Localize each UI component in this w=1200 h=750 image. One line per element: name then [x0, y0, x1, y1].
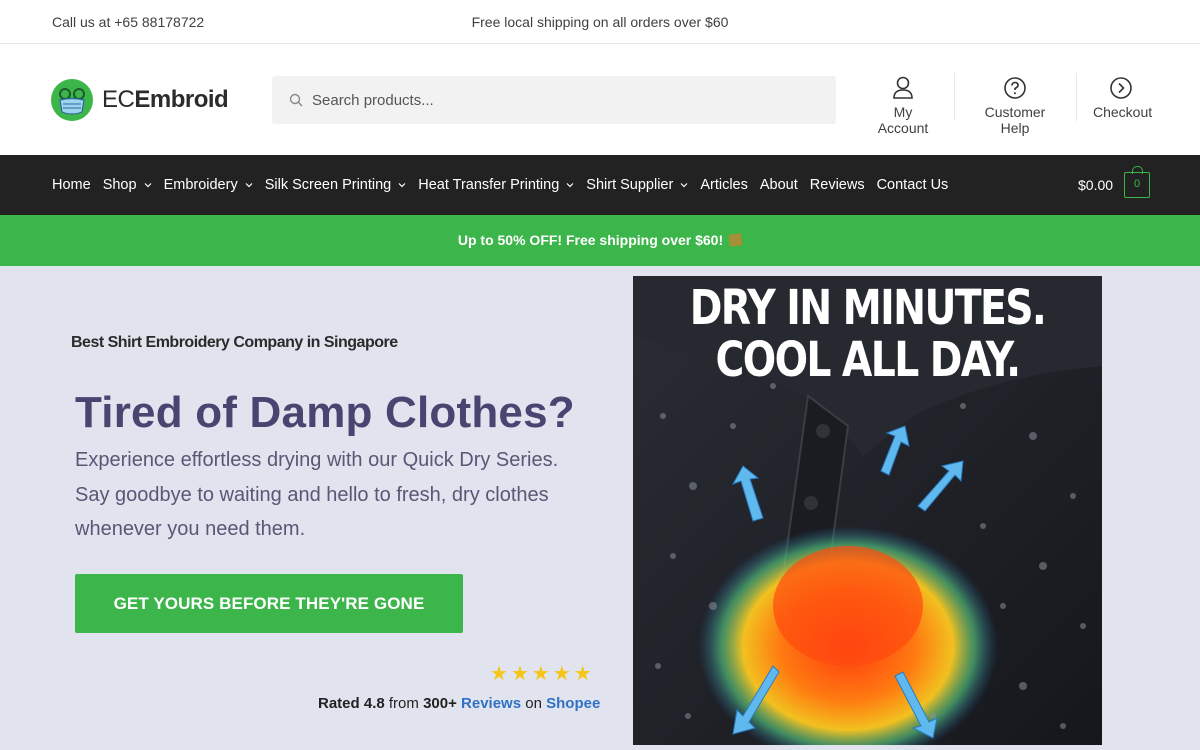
site-logo[interactable]: ECEmbroid [51, 78, 229, 122]
star-icon: ★ [531, 663, 550, 685]
nav-item-heat-transfer-printing[interactable]: Heat Transfer Printing [418, 177, 574, 193]
nav-item-shop[interactable]: Shop [103, 177, 152, 193]
hero-section: Best Shirt Embroidery Company in Singapo… [0, 266, 1200, 750]
header-divider [954, 73, 955, 121]
cart-total: $0.00 [1078, 177, 1114, 193]
customer-help-link[interactable]: Customer Help [971, 73, 1059, 136]
money-bag-icon [728, 233, 743, 247]
nav-label: Reviews [809, 177, 865, 193]
chevron-down-icon [398, 183, 406, 188]
reviews-link[interactable]: Reviews [461, 695, 521, 712]
user-icon [893, 76, 913, 99]
my-account-link[interactable]: My Account [869, 73, 937, 136]
arrow-circle-icon [1110, 77, 1132, 99]
nav-item-home[interactable]: Home [52, 177, 91, 193]
rating-text: Rated 4.8 from 300+ Reviews on Shopee [318, 695, 601, 712]
rating-stars: ★ ★ ★ ★ ★ [490, 664, 595, 684]
image-headline-line1: DRY IN MINUTES. [689, 280, 1047, 336]
nav-label: Shop [102, 177, 137, 193]
help-circle-icon [1004, 77, 1026, 99]
chevron-down-icon [680, 183, 688, 188]
hero-heading: Tired of Damp Clothes? [75, 388, 575, 437]
shipping-notice: Free local shipping on all orders over $… [471, 14, 729, 30]
nav-item-reviews[interactable]: Reviews [810, 177, 865, 193]
nav-label: Heat Transfer Printing [418, 177, 560, 193]
checkout-link[interactable]: Checkout [1093, 73, 1153, 133]
nav-label: About [759, 177, 798, 193]
nav-menu: Home Shop Embroidery Silk Screen Printin… [52, 155, 960, 215]
nav-label: Home [52, 177, 91, 193]
cta-button[interactable]: GET YOURS BEFORE THEY'RE GONE [75, 574, 463, 633]
nav-item-contact-us[interactable]: Contact Us [877, 177, 949, 193]
logo-text: ECEmbroid [102, 86, 229, 113]
cart-count: 0 [1133, 178, 1141, 190]
nav-item-embroidery[interactable]: Embroidery [164, 177, 253, 193]
site-header: ECEmbroid My Account Customer Help Check… [0, 45, 1200, 155]
search-input[interactable] [312, 76, 822, 124]
product-image: DRY IN MINUTES. COOL ALL DAY. [633, 276, 1102, 745]
my-account-label: My Account [877, 104, 929, 136]
nav-label: Embroidery [163, 177, 238, 193]
nav-item-shirt-supplier[interactable]: Shirt Supplier [586, 177, 688, 193]
customer-help-label: Customer Help [984, 104, 1046, 136]
hero-tagline: Best Shirt Embroidery Company in Singapo… [71, 334, 398, 351]
chevron-down-icon [245, 183, 253, 188]
header-divider [1076, 73, 1077, 121]
nav-label: Shirt Supplier [586, 177, 674, 193]
search-icon [289, 93, 303, 107]
nav-item-articles[interactable]: Articles [700, 177, 748, 193]
nav-label: Silk Screen Printing [264, 177, 392, 193]
promo-banner: Up to 50% OFF! Free shipping over $60! [0, 215, 1200, 266]
chevron-down-icon [566, 183, 574, 188]
search-bar[interactable] [272, 76, 836, 124]
nav-item-silk-screen-printing[interactable]: Silk Screen Printing [265, 177, 407, 193]
top-bar: Call us at +65 88178722 Free local shipp… [0, 0, 1200, 44]
cart-bag-icon: 0 [1124, 166, 1151, 198]
star-icon: ★ [490, 663, 508, 685]
star-icon: ★ [510, 663, 529, 685]
checkout-label: Checkout [1093, 104, 1153, 120]
star-icon: ★ [552, 663, 571, 685]
promo-text: Up to 50% OFF! Free shipping over $60! [457, 232, 724, 248]
logo-mask-icon [51, 79, 93, 121]
nav-label: Contact Us [876, 177, 949, 193]
nav-item-about[interactable]: About [760, 177, 798, 193]
main-navigation: Home Shop Embroidery Silk Screen Printin… [0, 155, 1200, 215]
shopee-link[interactable]: Shopee [546, 695, 600, 712]
cart-button[interactable]: $0.00 0 [1078, 166, 1151, 200]
hero-subtext: Experience effortless drying with our Qu… [75, 449, 559, 540]
image-headline-line2: COOL ALL DAY. [715, 332, 1022, 388]
star-icon: ★ [573, 663, 592, 685]
chevron-down-icon [144, 183, 151, 188]
nav-label: Articles [700, 177, 748, 193]
